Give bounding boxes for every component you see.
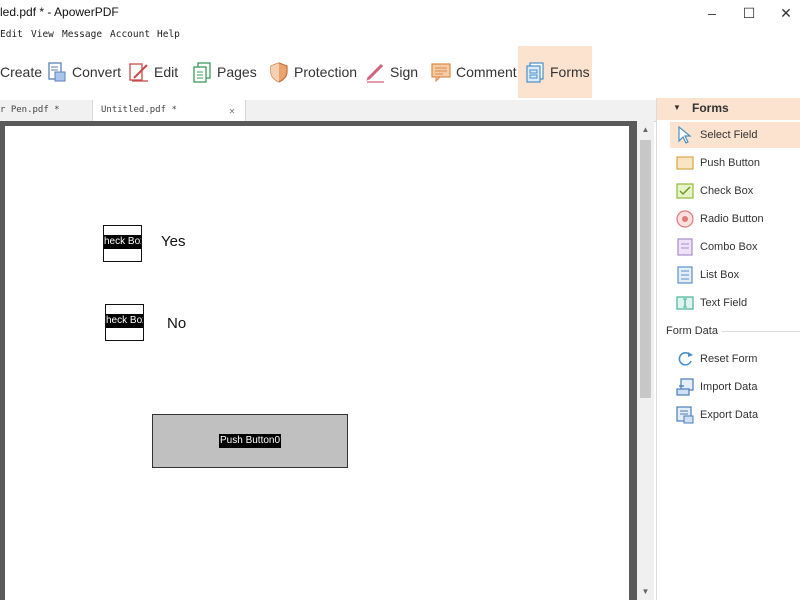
menu-view[interactable]: View [31, 29, 54, 40]
import-data-tool[interactable]: Import Data [670, 374, 800, 400]
checkbox-field-yes-label: heck Box [104, 235, 141, 249]
create-label: Create [0, 64, 43, 80]
push-button-icon [676, 156, 694, 170]
forms-button[interactable]: Forms [518, 46, 592, 98]
check-box-tool[interactable]: Check Box [670, 178, 800, 204]
radio-button-label: Radio Button [700, 213, 764, 225]
tab-close-icon[interactable]: ✕ [229, 101, 235, 121]
pages-label: Pages [217, 64, 257, 80]
pages-icon [193, 62, 211, 83]
export-data-label: Export Data [700, 409, 759, 421]
export-data-tool[interactable]: Export Data [670, 402, 800, 428]
pdf-page[interactable] [5, 126, 629, 600]
scrollbar-thumb[interactable] [640, 140, 651, 398]
main-toolbar: Create Convert Edit Pages Protection Sig… [0, 46, 800, 98]
tab-untitled-pdf[interactable]: Untitled.pdf * ✕ [92, 100, 246, 121]
protection-label: Protection [294, 64, 358, 80]
document-tab-strip: r Pen.pdf * Untitled.pdf * ✕ [0, 100, 656, 122]
radio-button-icon [676, 210, 694, 228]
convert-button[interactable]: Convert [46, 46, 121, 98]
menu-edit[interactable]: Edit [0, 29, 23, 40]
list-box-icon [677, 266, 693, 284]
menu-message[interactable]: Message [62, 29, 102, 40]
menu-help[interactable]: Help [157, 29, 180, 40]
close-button[interactable]: ✕ [774, 2, 798, 24]
combo-box-label: Combo Box [700, 241, 758, 253]
tab-pen-pdf[interactable]: r Pen.pdf * [0, 100, 88, 121]
convert-icon [48, 62, 66, 82]
cursor-arrow-icon [678, 125, 692, 144]
window-title: led.pdf * - ApowerPDF [0, 5, 119, 19]
text-field-label: Text Field [700, 297, 748, 309]
reset-icon [678, 352, 693, 366]
menu-bar: Edit View Message Account Help [0, 26, 800, 44]
maximize-button[interactable]: ☐ [737, 2, 761, 24]
comment-button[interactable]: Comment [430, 46, 517, 98]
create-button[interactable]: Create [0, 46, 42, 98]
sign-label: Sign [390, 64, 419, 80]
pages-button[interactable]: Pages [191, 46, 257, 98]
check-box-label: Check Box [700, 185, 754, 197]
convert-label: Convert [72, 64, 122, 80]
checkbox-field-no[interactable]: heck Box [105, 304, 144, 341]
collapse-triangle-icon[interactable]: ▼ [673, 103, 681, 112]
form-data-section-title: Form Data [666, 325, 718, 337]
pen-icon [366, 63, 384, 83]
yes-text: Yes [161, 233, 186, 250]
sign-button[interactable]: Sign [364, 46, 418, 98]
edit-button[interactable]: Edit [128, 46, 178, 98]
checkbox-field-yes[interactable]: heck Box [103, 225, 142, 262]
text-field-icon [676, 296, 694, 310]
tab-pen-pdf-label: r Pen.pdf * [0, 105, 60, 115]
scroll-down-arrow-icon[interactable]: ▼ [637, 585, 654, 599]
reset-form-tool[interactable]: Reset Form [670, 346, 800, 372]
select-field-tool[interactable]: Select Field [670, 122, 800, 148]
forms-label: Forms [550, 64, 590, 80]
forms-icon [526, 62, 544, 83]
select-field-label: Select Field [700, 129, 758, 141]
push-button-field[interactable]: Push Button0 [152, 414, 348, 468]
text-field-tool[interactable]: Text Field [670, 290, 800, 316]
list-box-tool[interactable]: List Box [670, 262, 800, 288]
section-divider [722, 331, 800, 332]
tab-untitled-pdf-label: Untitled.pdf * [101, 105, 177, 115]
import-icon [676, 378, 694, 396]
combo-box-icon [677, 238, 693, 256]
push-button-label: Push Button [700, 157, 760, 169]
push-button-tool[interactable]: Push Button [670, 150, 800, 176]
scroll-up-arrow-icon[interactable]: ▲ [637, 123, 654, 137]
menu-account[interactable]: Account [110, 29, 150, 40]
minimize-button[interactable]: – [700, 2, 724, 24]
comment-icon [431, 63, 451, 83]
forms-panel-title: Forms [692, 101, 729, 115]
push-button-field-label: Push Button0 [219, 434, 282, 448]
import-data-label: Import Data [700, 381, 758, 393]
reset-form-label: Reset Form [700, 353, 758, 365]
comment-label: Comment [456, 64, 517, 80]
edit-icon [129, 63, 148, 82]
shield-icon [270, 62, 288, 83]
radio-button-tool[interactable]: Radio Button [670, 206, 800, 232]
protection-button[interactable]: Protection [268, 46, 357, 98]
checkbox-field-no-label: heck Box [106, 314, 143, 328]
combo-box-tool[interactable]: Combo Box [670, 234, 800, 260]
export-icon [676, 406, 694, 424]
title-bar: led.pdf * - ApowerPDF – ☐ ✕ [0, 0, 800, 26]
list-box-label: List Box [700, 269, 740, 281]
edit-label: Edit [154, 64, 179, 80]
check-box-icon [676, 183, 694, 199]
no-text: No [167, 315, 187, 332]
